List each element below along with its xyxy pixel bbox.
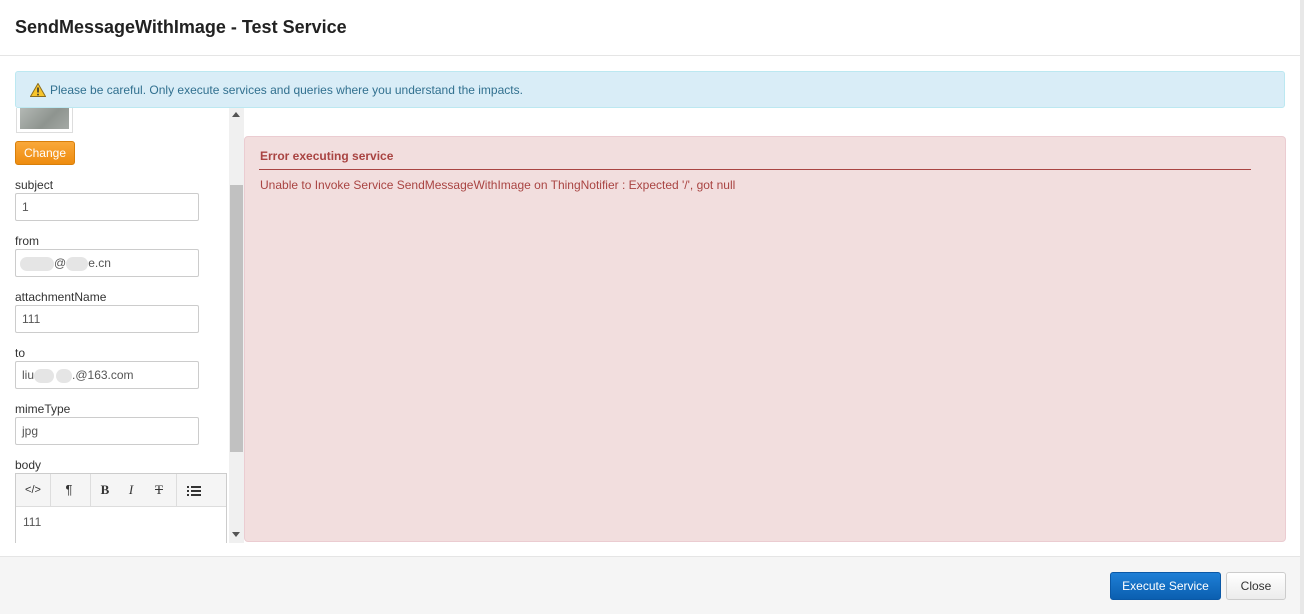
redacted-text [56, 368, 73, 383]
paragraph-style-button[interactable]: ¶ [56, 478, 82, 502]
dialog-title: SendMessageWithImage - Test Service [15, 17, 347, 37]
to-input[interactable]: liu .@163.com [15, 361, 199, 389]
to-label: to [15, 346, 26, 360]
scroll-up-icon[interactable] [232, 112, 240, 117]
dialog-scroll-edge [1300, 0, 1304, 614]
toolbar-divider [176, 474, 177, 507]
error-message: Unable to Invoke Service SendMessageWith… [260, 178, 736, 192]
list-icon [187, 485, 201, 496]
execute-service-button[interactable]: Execute Service [1110, 572, 1221, 600]
from-input[interactable]: @ e.cn [15, 249, 199, 277]
list-button[interactable] [182, 478, 206, 502]
toolbar-divider [90, 474, 91, 507]
warning-text: Please be careful. Only execute services… [50, 83, 523, 97]
to-value-part2: .@163.com [72, 368, 134, 382]
mimetype-label: mimeType [15, 402, 71, 416]
body-editor-content[interactable]: 111 [16, 507, 226, 537]
body-rich-text-editor: </> ¶ B I T 111 [15, 473, 227, 543]
body-label: body [15, 458, 42, 472]
toolbar-divider [50, 474, 51, 507]
editor-toolbar: </> ¶ B I T [16, 474, 226, 507]
from-label: from [15, 234, 39, 248]
mimetype-input[interactable]: jpg [15, 417, 199, 445]
to-value-part1: liu [22, 368, 35, 382]
change-image-button[interactable]: Change [15, 141, 75, 165]
error-divider [259, 169, 1251, 170]
warning-alert: Please be careful. Only execute services… [15, 71, 1285, 108]
from-value-part2: e.cn [88, 256, 111, 270]
redacted-text [34, 368, 55, 383]
strikethrough-button[interactable]: T [148, 478, 170, 502]
redacted-text [20, 256, 54, 271]
error-result-panel: Error executing service Unable to Invoke… [244, 136, 1286, 542]
bold-button[interactable]: B [94, 478, 116, 502]
parameters-scrollbar[interactable] [229, 108, 244, 543]
scrollbar-thumb[interactable] [230, 185, 243, 452]
thumbnail-image [20, 108, 69, 129]
redacted-text [66, 256, 89, 271]
italic-button[interactable]: I [120, 478, 142, 502]
parameters-panel: Change subject 1 from @ e.cn attachmentNa… [0, 108, 244, 543]
from-value-part1: @ [54, 256, 67, 270]
warning-triangle-icon [30, 83, 46, 97]
error-title: Error executing service [260, 149, 394, 163]
subject-label: subject [15, 178, 54, 192]
dialog-header: SendMessageWithImage - Test Service [0, 0, 1300, 56]
attachmentname-label: attachmentName [15, 290, 107, 304]
code-view-button[interactable]: </> [18, 478, 48, 502]
image-thumbnail [16, 108, 73, 133]
subject-input[interactable]: 1 [15, 193, 199, 221]
scroll-down-icon[interactable] [232, 532, 240, 537]
attachmentname-input[interactable]: 111 [15, 305, 199, 333]
dialog-footer: Execute Service Close [0, 556, 1300, 614]
test-service-dialog: SendMessageWithImage - Test Service Plea… [0, 0, 1304, 614]
close-button[interactable]: Close [1226, 572, 1286, 600]
